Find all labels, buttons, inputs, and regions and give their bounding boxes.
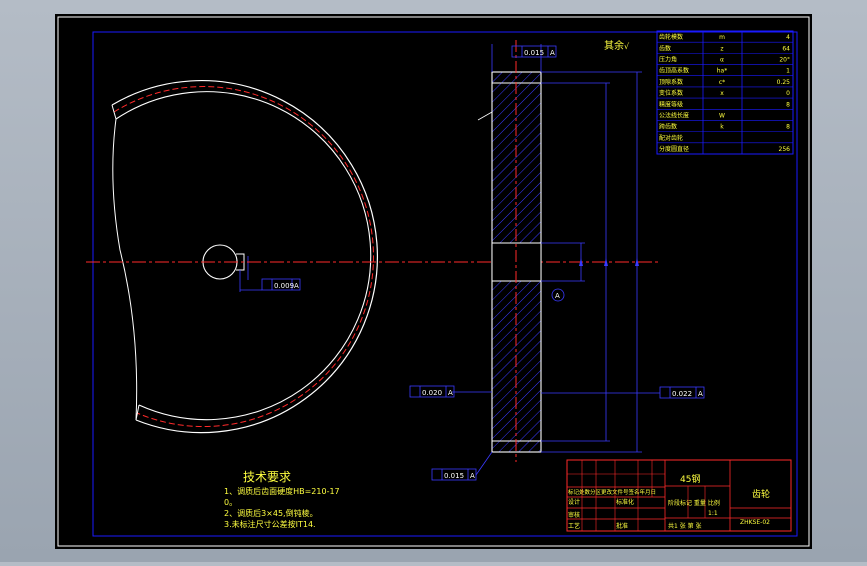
tech-line-4: 3.未标注尺寸公差按IT14. [224, 519, 316, 529]
param-label: 顶隙系数 [659, 78, 683, 86]
tol-top-text: 0.015 [524, 49, 544, 57]
param-value: 64 [782, 45, 790, 52]
param-label: 精度等级 [659, 100, 683, 108]
sheet-info-text: 共1 张 第 张 [668, 522, 702, 530]
part-name-text: 齿轮 [752, 488, 770, 500]
row-headers-text: 标记处数分区更改文件号签名年月日 [568, 488, 656, 496]
param-label: 齿轮模数 [659, 33, 683, 41]
approve-row: 批准 [616, 522, 628, 530]
process-row: 工艺 [568, 522, 580, 530]
svg-text:A: A [698, 390, 703, 398]
param-label: 公法线长度 [659, 111, 689, 119]
material-text: 45钢 [680, 473, 700, 485]
param-label: 压力角 [659, 56, 677, 64]
tol-left-text: 0.020 [422, 389, 442, 397]
svg-text:√: √ [624, 42, 630, 51]
param-label: 变位系数 [659, 89, 683, 97]
tol-bottom-text: 0.015 [444, 472, 464, 480]
tech-line-3: 2、调质后3×45,倒钝棱。 [224, 508, 318, 518]
svg-text:A: A [550, 49, 555, 57]
svg-text:A: A [555, 292, 560, 300]
param-label: 齿顶高系数 [659, 67, 689, 75]
svg-text:A: A [470, 472, 475, 480]
drawing-sheet: 0.009 A A 0.015 A 0.020 A 0.022 A 0.015 … [55, 14, 812, 549]
check-row: 审核 [568, 511, 580, 519]
tol-right-text: 0.022 [672, 390, 692, 398]
roughness-note: 其余 [604, 39, 624, 52]
tech-line-1: 1、调质后齿面硬度HB=210-17 [224, 486, 340, 496]
datum-keyway: A [294, 282, 299, 290]
param-value: 4 [786, 34, 790, 41]
cad-viewport[interactable]: 0.009 A A 0.015 A 0.020 A 0.022 A 0.015 … [0, 0, 867, 562]
param-symbol: k [720, 124, 724, 131]
stage-header-text: 阶段标记 重量 比例 [668, 499, 720, 507]
standard-row: 标准化 [616, 498, 634, 506]
designer-row: 设计 [568, 498, 580, 506]
drawing-no-text: ZHKSE-02 [740, 519, 770, 526]
param-value: 256 [779, 146, 791, 153]
param-value: 0 [786, 90, 790, 97]
param-value: 8 [786, 101, 790, 108]
param-symbol: m [719, 34, 725, 41]
param-label: 跨齿数 [659, 123, 677, 131]
svg-text:A: A [448, 389, 453, 397]
param-label: 齿数 [659, 44, 671, 52]
param-symbol: W [719, 112, 725, 119]
tech-line-2: 0。 [224, 498, 237, 507]
scale-text: 1:1 [708, 510, 718, 517]
param-label: 分度圆直径 [659, 145, 689, 153]
tol-keyway-text: 0.009 [274, 282, 294, 290]
param-value: 8 [786, 124, 790, 131]
param-symbol: α [720, 57, 724, 64]
param-value: 20° [779, 57, 790, 64]
param-value: 1 [786, 68, 790, 75]
param-symbol: z [720, 45, 723, 52]
param-symbol: x [720, 90, 724, 97]
tech-title: 技术要求 [243, 470, 291, 484]
param-value: 0.25 [777, 79, 791, 86]
param-label: 配对齿轮 [659, 134, 683, 142]
param-symbol: c* [719, 79, 725, 86]
param-symbol: ha* [717, 68, 727, 75]
